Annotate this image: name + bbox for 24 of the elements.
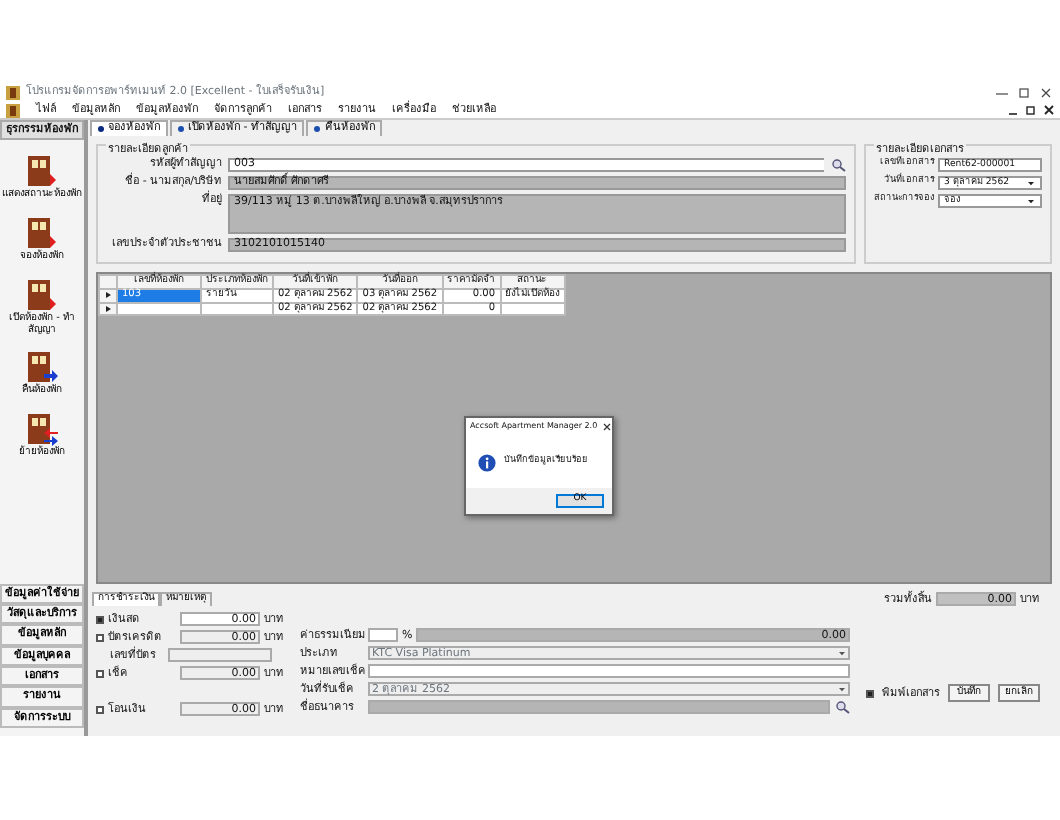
dropdown-icon[interactable] xyxy=(838,684,846,695)
close-icon[interactable] xyxy=(1038,85,1054,99)
dropdown-icon[interactable] xyxy=(838,648,846,659)
door-icon xyxy=(25,156,59,191)
door-icon xyxy=(25,414,59,449)
restore-icon[interactable] xyxy=(1026,104,1036,116)
close-icon[interactable] xyxy=(1044,104,1054,116)
input-field[interactable] xyxy=(368,700,830,715)
checkbox[interactable] xyxy=(96,705,104,714)
search-icon[interactable] xyxy=(834,700,850,715)
checkbox[interactable] xyxy=(866,689,874,698)
table-cell xyxy=(500,302,565,316)
checkbox[interactable] xyxy=(96,615,104,624)
close-icon[interactable] xyxy=(601,422,612,432)
search-icon[interactable] xyxy=(830,158,846,172)
door-icon xyxy=(25,218,59,253)
door-icon xyxy=(25,279,59,314)
checkbox[interactable] xyxy=(96,633,104,642)
input-field[interactable] xyxy=(168,648,272,663)
input-field[interactable] xyxy=(368,628,398,643)
checkbox[interactable] xyxy=(96,669,104,678)
info-icon xyxy=(478,453,496,471)
input-field[interactable] xyxy=(368,664,850,679)
door-icon xyxy=(25,352,59,387)
